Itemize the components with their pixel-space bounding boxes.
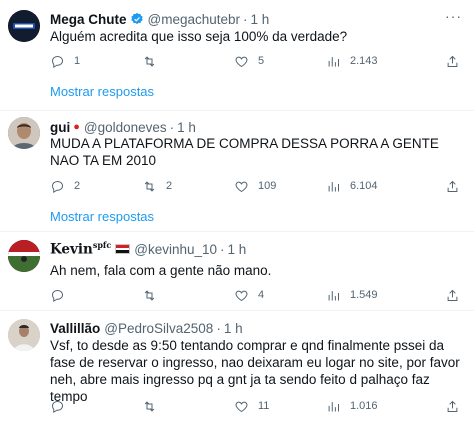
- action-bar: 2 2 109 6.104: [50, 177, 460, 195]
- timestamp[interactable]: 1 h: [177, 120, 196, 135]
- like-count: 109: [258, 180, 277, 192]
- views-count: 6.104: [350, 180, 378, 192]
- avatar[interactable]: [8, 319, 40, 351]
- retweet-button[interactable]: [142, 286, 166, 304]
- tweet-text: MUDA A PLATAFORMA DE COMPRA DESSA PORRA …: [50, 136, 439, 168]
- retweet-button[interactable]: 2: [142, 177, 172, 195]
- like-button[interactable]: 5: [234, 52, 264, 70]
- user-handle[interactable]: @kevinhu_10: [134, 242, 217, 257]
- share-icon: [447, 180, 458, 192]
- apple-emoji-icon: ●: [73, 121, 80, 133]
- user-handle[interactable]: @PedroSilva2508: [104, 321, 213, 336]
- name-superscript: spfc: [92, 240, 112, 251]
- reply-button[interactable]: 1: [50, 52, 80, 70]
- separator-dot: ·: [216, 320, 221, 336]
- retweet-button[interactable]: [142, 52, 166, 70]
- retweet-icon: [144, 289, 155, 301]
- retweet-icon: [144, 400, 155, 412]
- like-button[interactable]: 11: [234, 397, 269, 415]
- action-bar: 4 1.549: [50, 286, 460, 304]
- display-name[interactable]: Kevinspfc: [50, 240, 111, 258]
- views-button[interactable]: 2.143: [326, 52, 378, 70]
- views-chart-icon: [328, 401, 339, 411]
- retweet-count: 2: [166, 180, 173, 192]
- views-count: 1.016: [350, 400, 378, 412]
- share-icon: [447, 55, 458, 67]
- tweet-text: Alguém acredita que isso seja 100% da ve…: [50, 29, 348, 44]
- separator-dot: ·: [243, 11, 248, 27]
- like-count: 4: [258, 289, 265, 301]
- reply-button[interactable]: [50, 286, 74, 304]
- show-replies-link[interactable]: Mostrar respostas: [50, 84, 154, 99]
- share-button[interactable]: [445, 52, 460, 70]
- display-name[interactable]: Vallillão: [50, 321, 100, 336]
- timestamp[interactable]: 1 h: [228, 242, 247, 257]
- views-chart-icon: [328, 56, 339, 66]
- views-button[interactable]: 1.016: [326, 397, 378, 415]
- timestamp[interactable]: 1 h: [251, 12, 270, 27]
- reply-icon: [51, 180, 64, 193]
- avatar[interactable]: [8, 10, 40, 42]
- tweet-4[interactable]: Vallillão @PedroSilva2508 · 1 h Vsf, to …: [0, 311, 474, 427]
- user-handle[interactable]: @goldoneves: [84, 120, 167, 135]
- tweet-1[interactable]: Mega Chute @megachutebr · 1 h ··· Alguém…: [0, 0, 474, 112]
- views-button[interactable]: 1.549: [326, 286, 378, 304]
- reply-count: 1: [74, 55, 81, 67]
- share-icon: [447, 400, 458, 412]
- like-count: 5: [258, 55, 265, 67]
- like-button[interactable]: 109: [234, 177, 276, 195]
- views-count: 1.549: [350, 289, 378, 301]
- heart-icon: [235, 181, 248, 192]
- views-count: 2.143: [350, 55, 378, 67]
- tweet-text: Ah nem, fala com a gente não mano.: [50, 263, 272, 278]
- user-handle[interactable]: @megachutebr: [148, 12, 241, 27]
- tweet-3[interactable]: Kevinspfc @kevinhu_10 · 1 h Ah nem, fala…: [0, 232, 474, 310]
- tweet-text: Vsf, to desde as 9:50 tentando comprar e…: [50, 338, 460, 404]
- display-name-text: Kevin: [50, 241, 93, 258]
- like-count: 11: [258, 400, 270, 412]
- like-button[interactable]: 4: [234, 286, 264, 304]
- reply-icon: [51, 55, 64, 68]
- heart-icon: [235, 401, 248, 412]
- reply-count: 2: [74, 180, 81, 192]
- reply-button[interactable]: [50, 397, 74, 415]
- display-name[interactable]: Mega Chute: [50, 12, 127, 27]
- retweet-icon: [144, 180, 155, 192]
- timestamp[interactable]: 1 h: [224, 321, 243, 336]
- share-icon: [447, 289, 458, 301]
- retweet-button[interactable]: [142, 397, 166, 415]
- avatar[interactable]: [8, 117, 40, 149]
- reply-icon: [51, 400, 64, 413]
- share-button[interactable]: [445, 397, 460, 415]
- verified-badge-icon: [130, 12, 143, 25]
- heart-icon: [235, 56, 248, 67]
- separator-dot: ·: [220, 241, 225, 257]
- action-bar: 1 5 2.143: [50, 52, 460, 70]
- display-name[interactable]: gui: [50, 120, 70, 135]
- views-chart-icon: [328, 181, 339, 191]
- tweet-2[interactable]: gui ● @goldoneves · 1 h MUDA A PLATAFORM…: [0, 111, 474, 231]
- action-bar: 11 1.016: [50, 397, 460, 415]
- share-button[interactable]: [445, 177, 460, 195]
- reply-icon: [51, 289, 64, 302]
- separator-dot: ·: [169, 119, 175, 135]
- views-chart-icon: [328, 290, 339, 300]
- retweet-icon: [144, 55, 155, 67]
- avatar[interactable]: [8, 240, 40, 272]
- show-replies-link[interactable]: Mostrar respostas: [50, 209, 154, 224]
- share-button[interactable]: [445, 286, 460, 304]
- heart-icon: [235, 290, 248, 301]
- views-button[interactable]: 6.104: [326, 177, 378, 195]
- more-options-icon[interactable]: ···: [445, 8, 462, 24]
- spfc-flag-icon: [115, 244, 131, 254]
- reply-button[interactable]: 2: [50, 177, 80, 195]
